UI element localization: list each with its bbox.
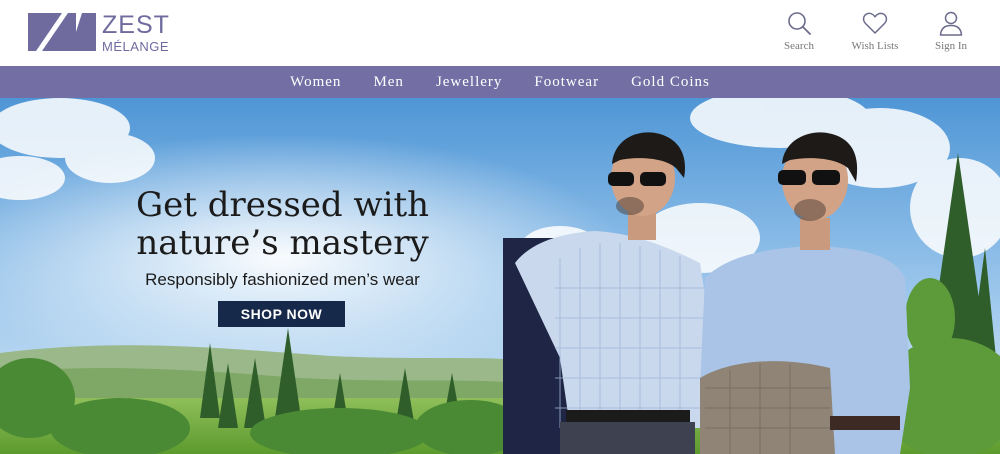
header-actions: Search Wish Lists Sign In <box>774 10 976 52</box>
hero-title-line1: Get dressed with <box>135 185 430 225</box>
hero-banner[interactable]: Get dressed with nature’s mastery Respon… <box>0 98 1000 454</box>
site-header: ZEST MÉLANGE Search Wish Lists Sign In <box>0 0 1000 66</box>
sign-in-label: Sign In <box>934 40 968 52</box>
hero-title: Get dressed with nature’s mastery <box>110 186 455 262</box>
brand-subname: MÉLANGE <box>102 39 170 54</box>
nav-item-gold-coins[interactable]: Gold Coins <box>631 74 710 91</box>
nav-item-footwear[interactable]: Footwear <box>534 74 599 91</box>
sign-in-button[interactable]: Sign In <box>926 10 976 52</box>
logo-mark-icon <box>28 13 96 51</box>
brand-name: ZEST <box>102 11 170 39</box>
wish-lists-label: Wish Lists <box>851 40 899 52</box>
main-nav: Women Men Jewellery Footwear Gold Coins <box>0 66 1000 98</box>
nav-item-jewellery[interactable]: Jewellery <box>436 74 502 91</box>
brand-wordmark: ZEST MÉLANGE <box>102 13 170 54</box>
nav-item-women[interactable]: Women <box>290 74 341 91</box>
hero-title-line2: nature’s mastery <box>136 223 429 263</box>
heart-icon <box>862 12 888 34</box>
nav-item-men[interactable]: Men <box>373 74 404 91</box>
wish-lists-button[interactable]: Wish Lists <box>850 10 900 52</box>
search-label: Search <box>784 40 814 52</box>
brand-logo[interactable]: ZEST MÉLANGE <box>28 13 178 55</box>
search-button[interactable]: Search <box>774 10 824 52</box>
search-icon <box>788 12 811 35</box>
user-icon <box>939 11 963 36</box>
hero-subtitle: Responsibly fashionized men’s wear <box>145 270 420 289</box>
shop-now-button[interactable]: SHOP NOW <box>218 301 345 327</box>
